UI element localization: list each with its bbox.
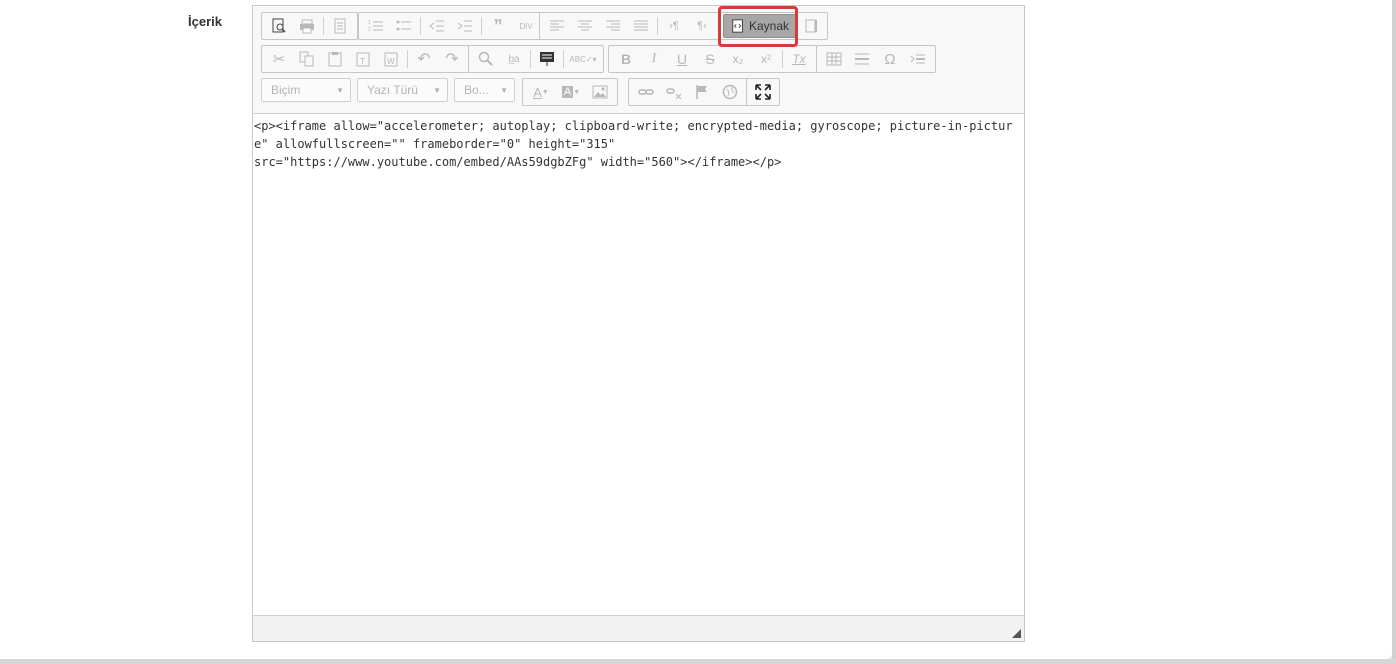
find-icon[interactable]: [472, 47, 500, 71]
spellcheck-icon[interactable]: ABC✓▾: [566, 47, 600, 71]
ltr-icon[interactable]: ›¶: [660, 14, 688, 38]
templates-icon[interactable]: [326, 14, 354, 38]
svg-text:1: 1: [368, 20, 371, 26]
separator: [420, 17, 421, 35]
window-bottom-edge: [0, 659, 1396, 664]
separator: [323, 17, 324, 35]
iframe-icon[interactable]: [716, 80, 744, 104]
align-right-icon[interactable]: [599, 14, 627, 38]
size-dropdown[interactable]: Bo... ▼: [454, 78, 515, 102]
chevron-down-icon: ▼: [500, 85, 508, 95]
style-dropdowns: Biçim ▼ Yazı Türü ▼ Bo... ▼: [261, 78, 521, 102]
tools-group: [746, 78, 780, 106]
paste-word-icon[interactable]: W: [377, 47, 405, 71]
font-dropdown[interactable]: Yazı Türü ▼: [357, 78, 448, 102]
strike-button[interactable]: S: [696, 47, 724, 71]
paste-icon[interactable]: [321, 47, 349, 71]
editor-status-bar: [253, 615, 1024, 641]
unlink-icon[interactable]: [660, 80, 688, 104]
svg-text:T: T: [360, 57, 365, 66]
replace-icon[interactable]: b̲a: [500, 47, 528, 71]
rich-text-editor: 12 ” DIV ›¶ ¶‹ Kaynak ✂ T W ↶ ↷ b̲a ABC✓…: [252, 5, 1025, 642]
preview-icon[interactable]: [265, 14, 293, 38]
justify-icon[interactable]: [627, 14, 655, 38]
format-dropdown[interactable]: Biçim ▼: [261, 78, 351, 102]
clipboard-group: ✂ T W ↶ ↷: [261, 45, 470, 73]
paste-text-icon[interactable]: T: [349, 47, 377, 71]
align-left-icon[interactable]: [543, 14, 571, 38]
separator: [657, 17, 658, 35]
underline-button[interactable]: U: [668, 47, 696, 71]
show-blocks-icon[interactable]: [797, 14, 825, 38]
source-code-textarea[interactable]: <p><iframe allow="accelerometer; autopla…: [253, 114, 1024, 615]
separator: [407, 50, 408, 68]
font-dropdown-label: Yazı Türü: [367, 83, 418, 97]
link-icon[interactable]: [632, 80, 660, 104]
editor-toolbar: 12 ” DIV ›¶ ¶‹ Kaynak ✂ T W ↶ ↷ b̲a ABC✓…: [253, 6, 1024, 114]
create-div-icon[interactable]: DIV: [512, 14, 540, 38]
cut-icon[interactable]: ✂: [265, 47, 293, 71]
remove-format-button[interactable]: Tx: [785, 47, 813, 71]
source-button-label: Kaynak: [749, 19, 790, 33]
bold-button[interactable]: B: [612, 47, 640, 71]
find-group: b̲a ABC✓▾: [468, 45, 604, 73]
chevron-down-icon: ▼: [541, 88, 549, 96]
numbered-list-icon[interactable]: 12: [362, 14, 390, 38]
align-center-icon[interactable]: [571, 14, 599, 38]
italic-button[interactable]: I: [640, 47, 668, 71]
anchor-icon[interactable]: [688, 80, 716, 104]
chevron-down-icon: ▼: [573, 88, 581, 96]
chevron-down-icon: ▼: [433, 85, 441, 95]
rtl-icon[interactable]: ¶‹: [688, 14, 716, 38]
source-group: Kaynak: [720, 12, 829, 40]
separator: [530, 50, 531, 68]
basic-styles-group: B I U S x₂ x² Tx: [608, 45, 817, 73]
list-group: 12 ” DIV: [358, 12, 544, 40]
undo-icon[interactable]: ↶: [410, 47, 438, 71]
insert-group: Ω: [816, 45, 936, 73]
print-icon[interactable]: [293, 14, 321, 38]
redo-icon[interactable]: ↷: [438, 47, 466, 71]
svg-text:2: 2: [368, 27, 371, 33]
page-break-icon[interactable]: [904, 47, 932, 71]
window-edge: [1392, 0, 1396, 664]
resize-handle-icon[interactable]: [1012, 629, 1021, 638]
size-dropdown-label: Bo...: [464, 83, 489, 97]
document-group: [261, 12, 358, 40]
superscript-button[interactable]: x²: [752, 47, 780, 71]
separator: [481, 17, 482, 35]
text-color-button[interactable]: A ▼: [526, 80, 556, 104]
source-code-icon: [732, 19, 743, 33]
horizontal-rule-icon[interactable]: [848, 47, 876, 71]
content-field-label: İçerik: [188, 14, 222, 29]
special-char-button[interactable]: Ω: [876, 47, 904, 71]
source-button[interactable]: Kaynak: [723, 14, 798, 38]
copy-icon[interactable]: [293, 47, 321, 71]
maximize-icon[interactable]: [749, 80, 777, 104]
chevron-down-icon: ▼: [336, 85, 344, 95]
separator: [563, 50, 564, 68]
format-dropdown-label: Biçim: [271, 83, 301, 97]
text-color-label: A: [533, 84, 542, 100]
align-group: ›¶ ¶‹: [539, 12, 720, 40]
increase-indent-icon[interactable]: [451, 14, 479, 38]
bg-color-button[interactable]: A ▼: [556, 80, 586, 104]
decrease-indent-icon[interactable]: [423, 14, 451, 38]
bg-color-label: A: [561, 86, 574, 98]
bulleted-list-icon[interactable]: [390, 14, 418, 38]
select-all-icon[interactable]: [533, 47, 561, 71]
subscript-button[interactable]: x₂: [724, 47, 752, 71]
table-icon[interactable]: [820, 47, 848, 71]
colors-group: A ▼ A ▼: [522, 78, 618, 106]
links-group: [628, 78, 748, 106]
image-icon[interactable]: [586, 80, 614, 104]
separator: [782, 50, 783, 68]
svg-text:W: W: [387, 57, 395, 66]
blockquote-icon[interactable]: ”: [484, 14, 512, 38]
